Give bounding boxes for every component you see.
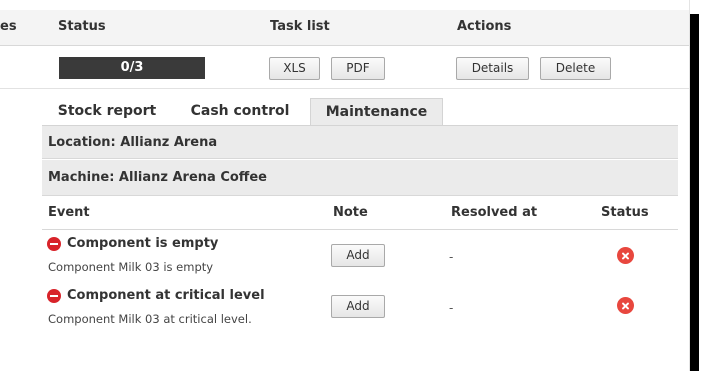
event-title: Component at critical level [67, 288, 265, 303]
progress-bar: 0/3 [59, 57, 205, 79]
resolved-at-value: - [449, 250, 454, 264]
error-x-icon [617, 247, 634, 264]
column-resolved-at: Resolved at [451, 205, 538, 220]
tab-maintenance[interactable]: Maintenance [310, 98, 443, 125]
task-row: 0/3 XLS PDF Details Delete [0, 47, 690, 89]
column-header-actions: Actions [457, 19, 512, 34]
scrollbar-thumb[interactable] [690, 14, 699, 371]
delete-button[interactable]: Delete [540, 57, 611, 80]
column-event: Event [48, 205, 90, 220]
machine-label: Machine: Allianz Arena Coffee [48, 170, 267, 185]
tab-cash-control[interactable]: Cash control [180, 98, 300, 125]
tasks-table-header: es Status Task list Actions [0, 10, 690, 46]
right-edge [703, 0, 717, 371]
add-note-button[interactable]: Add [331, 295, 385, 318]
location-label: Location: Allianz Arena [48, 135, 218, 150]
column-status: Status [601, 205, 649, 220]
xls-button[interactable]: XLS [269, 57, 320, 80]
minus-circle-icon [47, 237, 61, 251]
event-description: Component Milk 03 is empty [48, 260, 214, 274]
machine-row: Machine: Allianz Arena Coffee [42, 160, 678, 196]
tab-stock-report[interactable]: Stock report [49, 98, 165, 125]
column-header-partial: es [0, 19, 17, 34]
error-x-icon [617, 297, 634, 314]
pdf-button[interactable]: PDF [331, 57, 385, 80]
header-divider [42, 229, 678, 230]
event-title: Component is empty [67, 236, 219, 251]
location-row: Location: Allianz Arena [42, 125, 678, 159]
add-note-button[interactable]: Add [331, 244, 385, 267]
resolved-at-value: - [449, 301, 454, 315]
column-header-task-list: Task list [270, 19, 330, 34]
details-button[interactable]: Details [456, 57, 529, 80]
column-header-status: Status [58, 19, 106, 34]
minus-circle-icon [47, 289, 61, 303]
event-description: Component Milk 03 at critical level. [48, 312, 252, 326]
column-note: Note [333, 205, 368, 220]
